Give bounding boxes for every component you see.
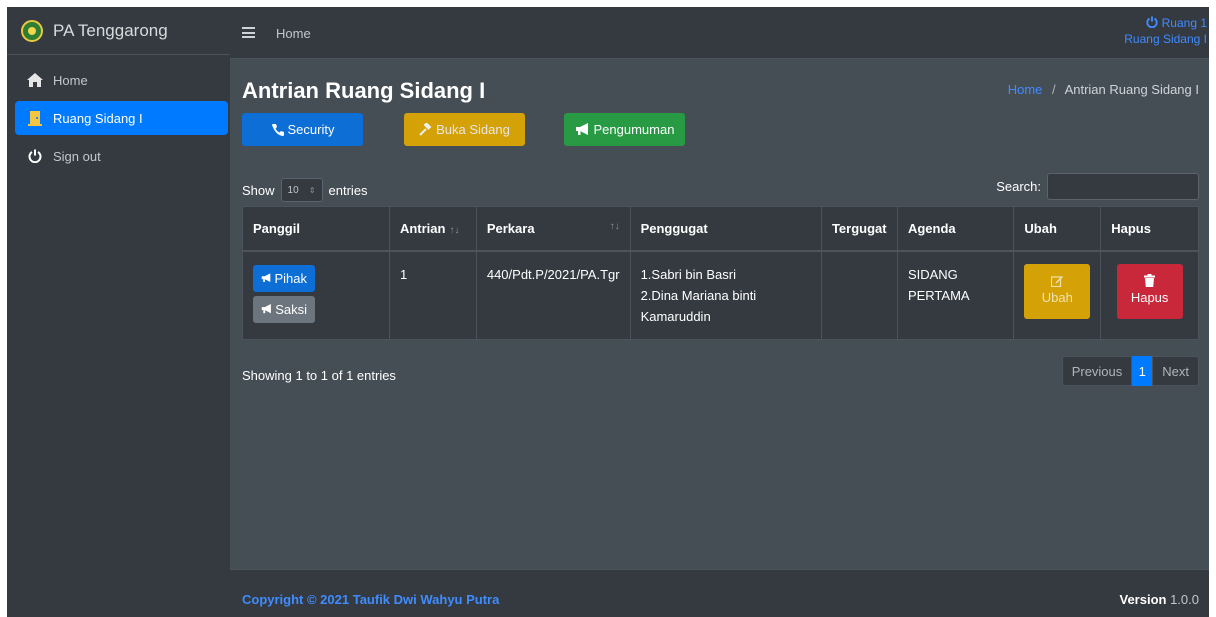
footer-version: Version 1.0.0 — [1119, 592, 1199, 607]
column-header-perkara[interactable]: Perkara ↑↓ — [475, 206, 631, 252]
cell-antrian: 1 — [388, 250, 477, 340]
column-header-hapus[interactable]: Hapus — [1100, 206, 1199, 252]
column-header-penggugat[interactable]: Penggugat — [629, 206, 822, 252]
table-row: Pihak Saksi 1 440/Pdt.P/2021/PA.Tgr 1.Sa… — [242, 250, 1199, 340]
column-header-ubah[interactable]: Ubah — [1013, 206, 1102, 252]
column-header-tergugat[interactable]: Tergugat — [820, 206, 898, 252]
search-control: Search: — [996, 173, 1199, 200]
power-icon — [27, 148, 43, 164]
main-content: Antrian Ruang Sidang I Home / Antrian Ru… — [230, 60, 1209, 569]
penggugat-line-2: 2.Dina Mariana binti Kamaruddin — [640, 287, 757, 324]
menu-toggle-icon[interactable] — [242, 27, 255, 38]
entries-label: entries — [328, 182, 368, 198]
security-button-label: Security — [287, 122, 335, 137]
pagination: Previous 1 Next — [1061, 356, 1199, 386]
home-icon — [27, 72, 43, 88]
cell-perkara: 440/Pdt.P/2021/PA.Tgr — [475, 250, 631, 340]
breadcrumb-separator: / — [1052, 82, 1056, 97]
penggugat-line-1: 1.Sabri bin Basri — [640, 266, 736, 282]
cell-ubah: Ubah — [1013, 250, 1102, 340]
breadcrumb-home-link[interactable]: Home — [1008, 82, 1043, 97]
sidebar-item-label: Sign out — [53, 148, 101, 164]
pagination-previous[interactable]: Previous — [1061, 356, 1133, 386]
buka-sidang-button-label: Buka Sidang — [436, 122, 510, 137]
sort-icon: ↑↓ — [609, 220, 620, 232]
search-label: Search: — [996, 179, 1041, 194]
hapus-button-label: Hapus — [1130, 290, 1169, 305]
user-room-name: Ruang Sidang I — [1124, 32, 1207, 46]
gavel-icon — [419, 122, 432, 136]
cell-hapus: Hapus — [1100, 250, 1199, 340]
cell-agenda: SIDANG PERTAMA — [896, 250, 1015, 340]
pagination-page-1[interactable]: 1 — [1132, 356, 1153, 386]
megaphone-icon — [261, 273, 271, 282]
sidebar-nav: Home Ruang Sidang I Sign out — [7, 55, 230, 173]
door-icon — [27, 110, 43, 126]
sidebar-item-ruang-sidang[interactable]: Ruang Sidang I — [15, 101, 228, 135]
brand-link[interactable]: PA Tenggarong — [7, 7, 230, 55]
footer: Copyright © 2021 Taufik Dwi Wahyu Putra … — [230, 569, 1209, 617]
megaphone-icon — [261, 304, 271, 314]
sidebar-item-home[interactable]: Home — [15, 63, 228, 97]
queue-table-wrap: Panggil Antrian ↑↓ Perkara ↑↓ Penggugat Te… — [242, 206, 1199, 340]
megaphone-icon — [575, 123, 588, 135]
queue-table: Panggil Antrian ↑↓ Perkara ↑↓ Penggugat Te… — [242, 206, 1199, 340]
sort-asc-icon: ↑↓ — [449, 224, 460, 236]
saksi-button-label: Saksi — [275, 301, 307, 317]
version-label: Version — [1119, 592, 1167, 607]
entries-select-value: 10 — [287, 184, 299, 196]
brand-logo-icon — [21, 19, 43, 42]
column-header-panggil[interactable]: Panggil — [242, 206, 390, 252]
cell-tergugat — [820, 250, 898, 340]
power-icon — [1146, 16, 1161, 30]
user-menu[interactable]: Ruang 1 Ruang Sidang I — [1124, 15, 1207, 47]
action-buttons: Security Buka Sidang Pengumuman — [242, 113, 685, 146]
hapus-button[interactable]: Hapus — [1116, 263, 1183, 319]
column-header-antrian[interactable]: Antrian ↑↓ — [388, 206, 477, 252]
cell-panggil: Pihak Saksi — [242, 250, 390, 340]
ubah-button[interactable]: Ubah — [1024, 263, 1091, 319]
saksi-button[interactable]: Saksi — [253, 295, 315, 323]
user-room-label: Ruang 1 — [1161, 16, 1207, 30]
entries-select[interactable]: 10 ⇕ — [280, 178, 323, 202]
select-arrows-icon: ⇕ — [308, 185, 316, 195]
breadcrumb: Home / Antrian Ruang Sidang I — [1008, 82, 1199, 97]
version-value: 1.0.0 — [1170, 592, 1199, 607]
ubah-button-label: Ubah — [1041, 289, 1073, 305]
brand-name: PA Tenggarong — [53, 20, 168, 40]
sidebar: PA Tenggarong Home Ruang Sidang I Sign o… — [7, 7, 230, 617]
footer-copyright: Copyright © 2021 Taufik Dwi Wahyu Putra — [242, 592, 500, 607]
buka-sidang-button[interactable]: Buka Sidang — [404, 113, 525, 146]
pengumuman-button-label: Pengumuman — [593, 122, 675, 137]
security-button[interactable]: Security — [242, 113, 363, 146]
pengumuman-button[interactable]: Pengumuman — [564, 113, 685, 146]
show-label: Show — [242, 182, 275, 198]
app-frame: PA Tenggarong Home Ruang Sidang I Sign o… — [7, 7, 1209, 617]
breadcrumb-current: Antrian Ruang Sidang I — [1064, 82, 1199, 97]
sidebar-item-label: Ruang Sidang I — [53, 110, 143, 126]
table-info: Showing 1 to 1 of 1 entries — [242, 368, 396, 383]
trash-icon — [1144, 274, 1156, 287]
table-header-row: Panggil Antrian ↑↓ Perkara ↑↓ Penggugat Te… — [242, 206, 1199, 252]
show-entries-control: Show 10 ⇕ entries — [242, 178, 368, 202]
topbar-home-link[interactable]: Home — [276, 26, 311, 41]
page-title: Antrian Ruang Sidang I — [242, 78, 486, 103]
column-header-agenda[interactable]: Agenda — [896, 206, 1015, 252]
phone-icon — [271, 123, 284, 136]
sidebar-item-sign-out[interactable]: Sign out — [15, 139, 228, 173]
top-navbar: Home Ruang 1 Ruang Sidang I — [230, 7, 1209, 59]
edit-icon — [1051, 275, 1064, 287]
pagination-next[interactable]: Next — [1152, 356, 1199, 386]
sidebar-item-label: Home — [53, 72, 88, 88]
pihak-button[interactable]: Pihak — [253, 264, 315, 292]
search-input[interactable] — [1047, 173, 1199, 200]
cell-penggugat: 1.Sabri bin Basri 2.Dina Mariana binti K… — [629, 250, 822, 340]
pihak-button-label: Pihak — [274, 270, 307, 286]
